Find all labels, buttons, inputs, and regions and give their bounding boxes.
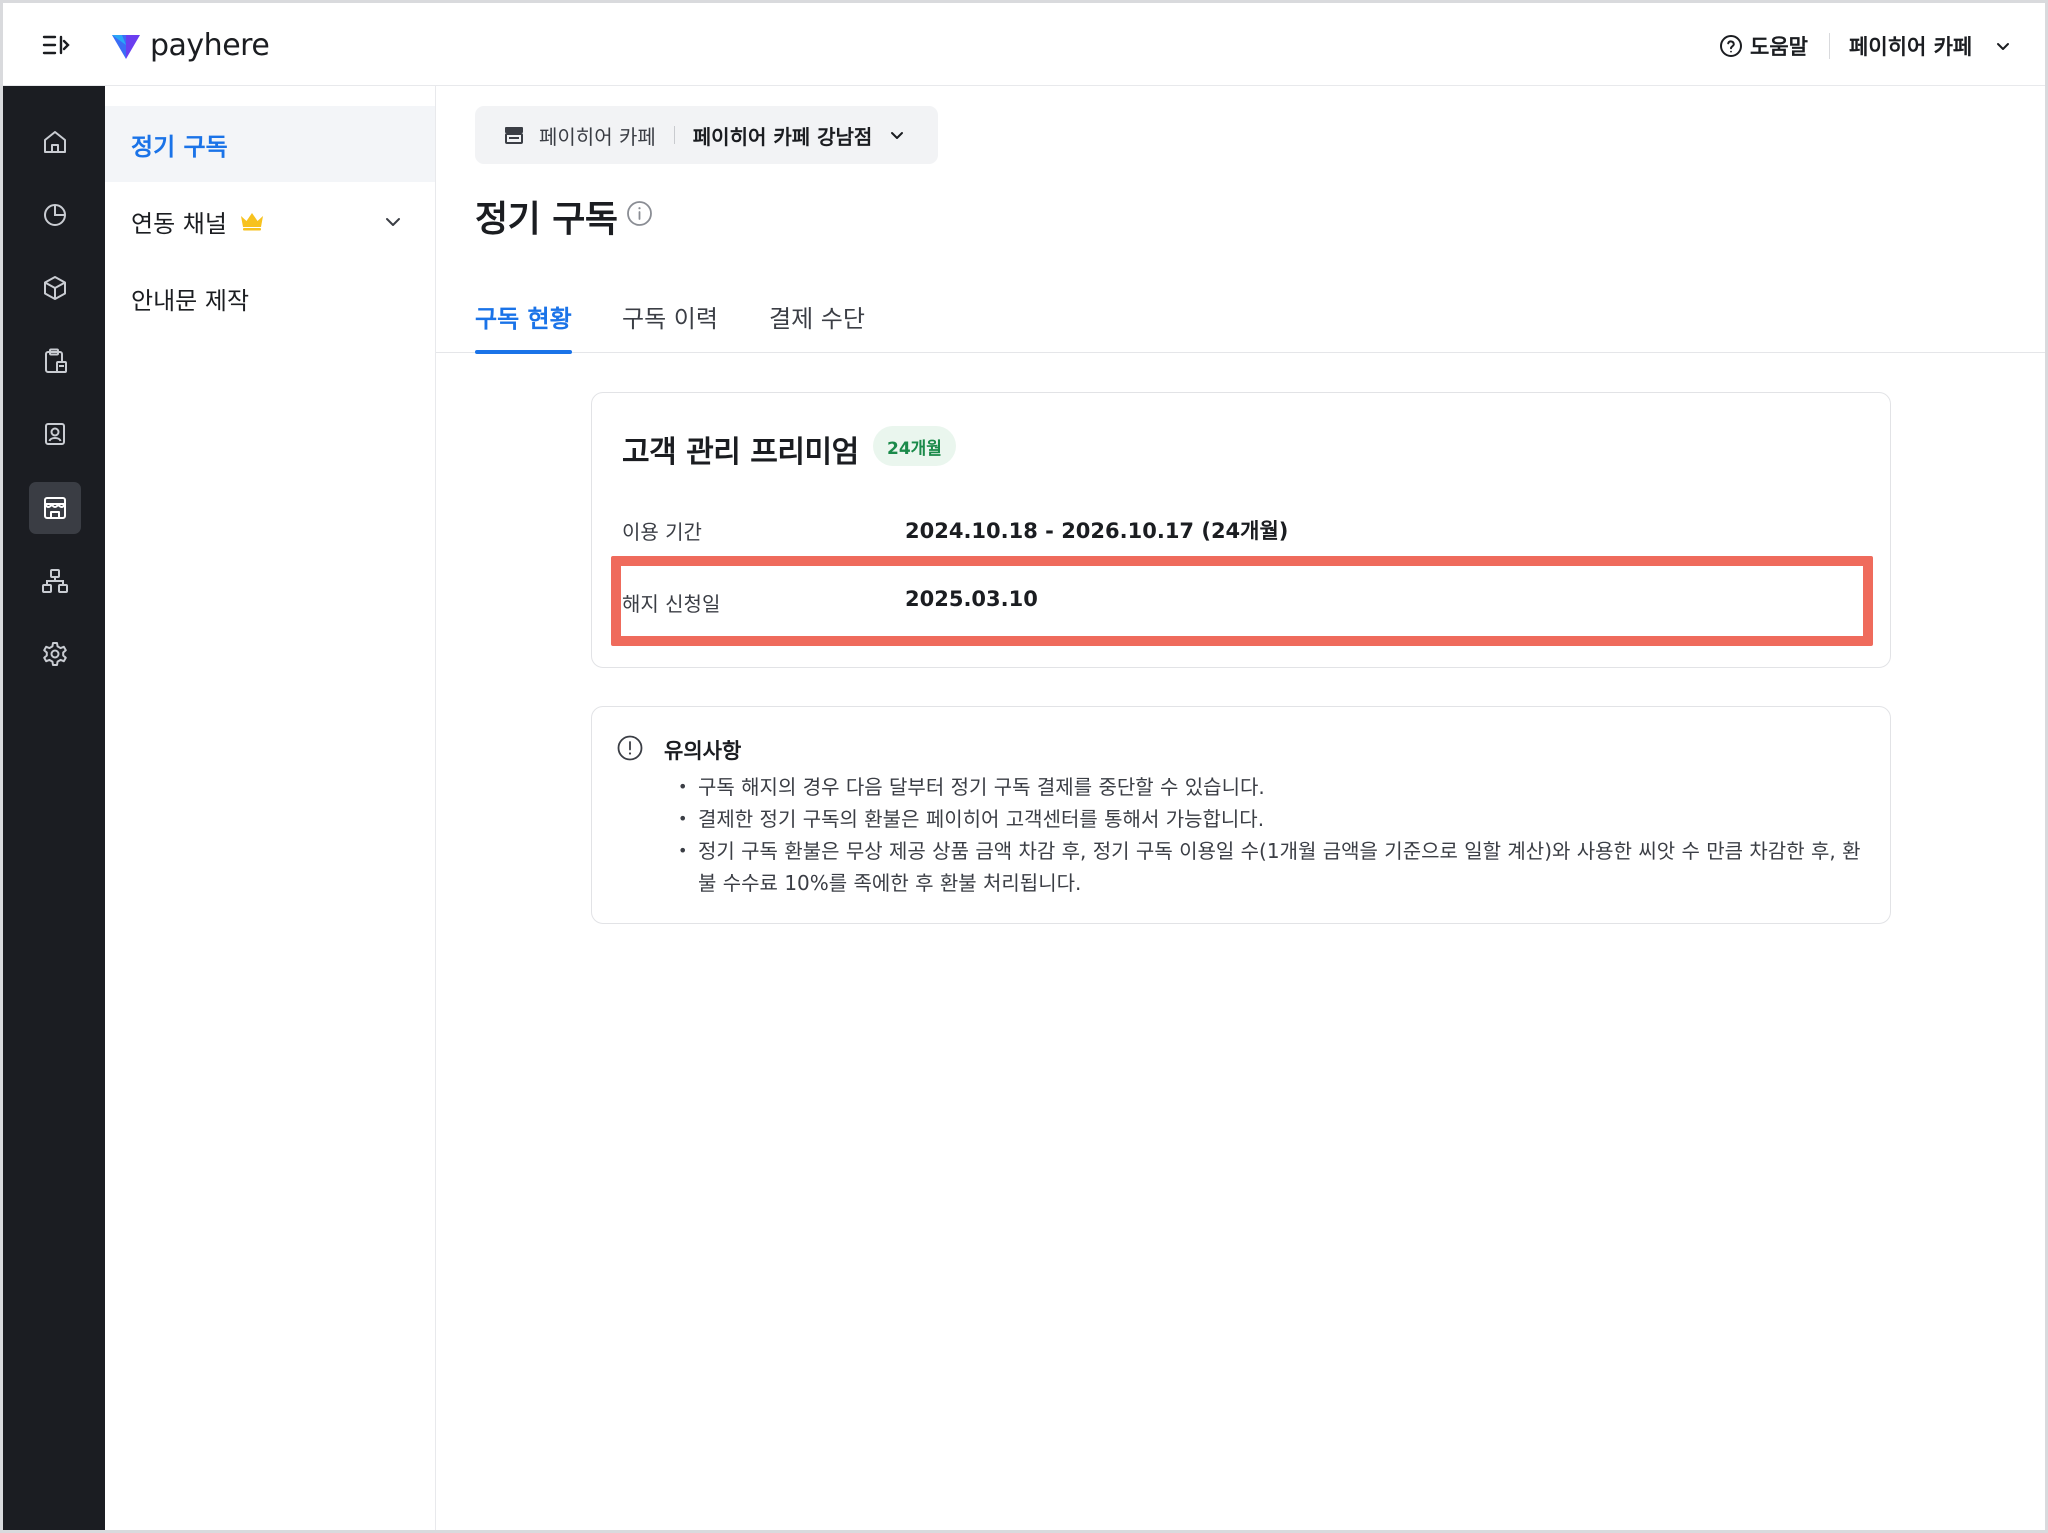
crown-icon [240,213,263,231]
help-circle-icon [1720,35,1742,57]
plan-name: 고객 관리 프리미엄 [622,435,859,470]
page-title: 정기 구독 [475,199,618,240]
home-icon [44,131,66,153]
subnav-item-label: 안내문 제작 [131,286,250,315]
rail-item-orders[interactable] [29,335,81,387]
tab-subscription-status[interactable]: 구독 현황 [475,299,572,354]
subscription-card: 고객 관리 프리미엄 24개월 이용 기간 2024.10.18 - 2026.… [591,392,1891,668]
subnav-item-notice-builder[interactable]: 안내문 제작 [105,260,435,336]
rail-item-home[interactable] [29,116,81,168]
store-account-menu[interactable]: 페이히어 카페 [1849,31,2012,61]
store-icon [44,497,66,519]
subnav-item-label: 정기 구독 [131,132,228,161]
gear-icon [43,642,67,666]
help-button[interactable]: 도움말 [1719,31,1808,61]
chevron-down-icon [1997,43,2010,50]
pie-chart-icon [44,204,66,226]
payhere-logo-icon [112,35,140,59]
chevron-down-icon [386,218,400,226]
notice-item: 정기 구독 환불은 무상 제공 상품 금액 차감 후, 정기 구독 이용일 수(… [676,835,1866,899]
icon-rail [3,86,105,1530]
period-value: 2024.10.18 - 2026.10.17 (24개월) [905,519,1289,543]
org-chart-icon [42,569,68,593]
store-selector-divider [673,126,675,144]
tab-subscription-history[interactable]: 구독 이력 [622,299,718,353]
cancel-date-highlight [611,556,1873,646]
menu-toggle-icon[interactable] [41,31,71,59]
subnav-item-subscription[interactable]: 정기 구독 [105,106,435,182]
subnav-item-label: 연동 채널 [131,209,227,238]
tab-payment-method[interactable]: 결제 수단 [769,299,865,353]
rail-item-store[interactable] [29,482,81,534]
subnav-item-linked-channels[interactable]: 연동 채널 [105,183,435,259]
store-branch-label: 페이히어 카페 강남점 [692,124,873,149]
box-icon [44,276,66,300]
sub-navigation: 정기 구독 연동 채널 안내문 제작 [105,86,436,1530]
clipboard-icon [45,348,67,373]
notice-item: 결제한 정기 구독의 환불은 페이히어 고객센터를 통해서 가능합니다. [676,803,1866,835]
contact-card-icon [45,423,65,445]
period-label: 이용 기간 [622,520,702,544]
store-icon [505,127,523,144]
rail-item-products[interactable] [29,262,81,314]
notice-item: 구독 해지의 경우 다음 달부터 정기 구독 결제를 중단할 수 있습니다. [676,771,1866,803]
notice-title: 유의사항 [664,739,742,763]
rail-item-settings[interactable] [29,628,81,680]
notice-list: 구독 해지의 경우 다음 달부터 정기 구독 결제를 중단할 수 있습니다. 결… [676,771,1866,899]
info-icon[interactable] [626,200,653,227]
logo-text: payhere [150,27,270,63]
rail-item-customers[interactable] [29,408,81,460]
tab-bar: 구독 현황 구독 이력 결제 수단 [436,292,2045,354]
rail-item-organization[interactable] [29,555,81,607]
store-brand-label: 페이히어 카페 [539,124,656,149]
payhere-logo[interactable]: payhere [110,27,270,63]
chevron-down-icon [891,132,904,139]
plan-duration-badge: 24개월 [873,426,956,466]
store-account-label: 페이히어 카페 [1849,35,1973,59]
help-label: 도움말 [1750,35,1808,59]
notice-card: 유의사항 구독 해지의 경우 다음 달부터 정기 구독 결제를 중단할 수 있습… [591,706,1891,924]
store-selector[interactable]: 페이히어 카페 페이히어 카페 강남점 [475,106,938,164]
rail-item-stats[interactable] [29,189,81,241]
top-header: payhere 도움말 페이히어 카페 [3,3,2045,86]
header-divider [1829,33,1830,59]
exclamation-circle-icon [617,735,643,761]
